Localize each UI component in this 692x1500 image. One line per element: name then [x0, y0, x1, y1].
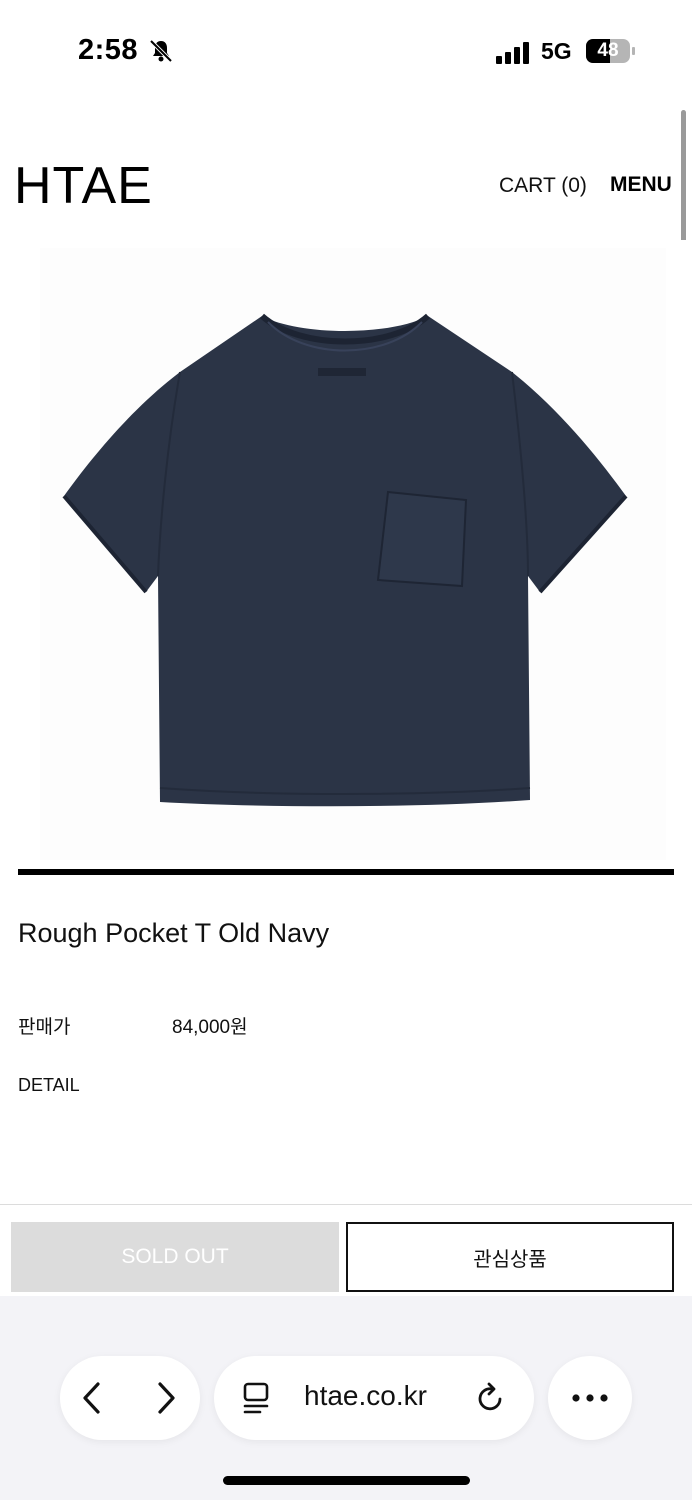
signal-icon — [496, 42, 529, 64]
price-label: 판매가 — [18, 1017, 71, 1038]
page-scrollbar[interactable] — [681, 110, 686, 250]
actions-divider — [0, 1204, 692, 1205]
back-icon[interactable] — [80, 1380, 104, 1416]
url-text[interactable]: htae.co.kr — [304, 1380, 427, 1412]
section-divider — [18, 869, 674, 875]
bell-slash-icon — [149, 39, 173, 63]
price-value: 84,000원 — [172, 1017, 248, 1038]
status-time: 2:58 — [78, 34, 139, 66]
cart-link[interactable]: CART (0) — [499, 174, 587, 198]
wishlist-button[interactable]: 관심상품 — [346, 1222, 674, 1292]
tabs-icon[interactable] — [240, 1380, 272, 1416]
home-indicator — [223, 1476, 470, 1485]
menu-button[interactable]: MENU — [610, 173, 672, 197]
site-logo[interactable]: HTAE — [14, 156, 153, 216]
network-type: 5G — [541, 38, 572, 64]
product-image[interactable] — [0, 240, 692, 865]
product-name: Rough Pocket T Old Navy — [18, 918, 330, 948]
sold-out-button[interactable]: SOLD OUT — [11, 1222, 339, 1292]
more-icon[interactable] — [568, 1390, 612, 1406]
reload-icon[interactable] — [476, 1380, 506, 1414]
forward-icon[interactable] — [154, 1380, 178, 1416]
detail-link[interactable]: DETAIL — [18, 1075, 80, 1096]
battery-level: 48 — [597, 40, 619, 61]
battery-icon: 48 — [586, 39, 636, 63]
